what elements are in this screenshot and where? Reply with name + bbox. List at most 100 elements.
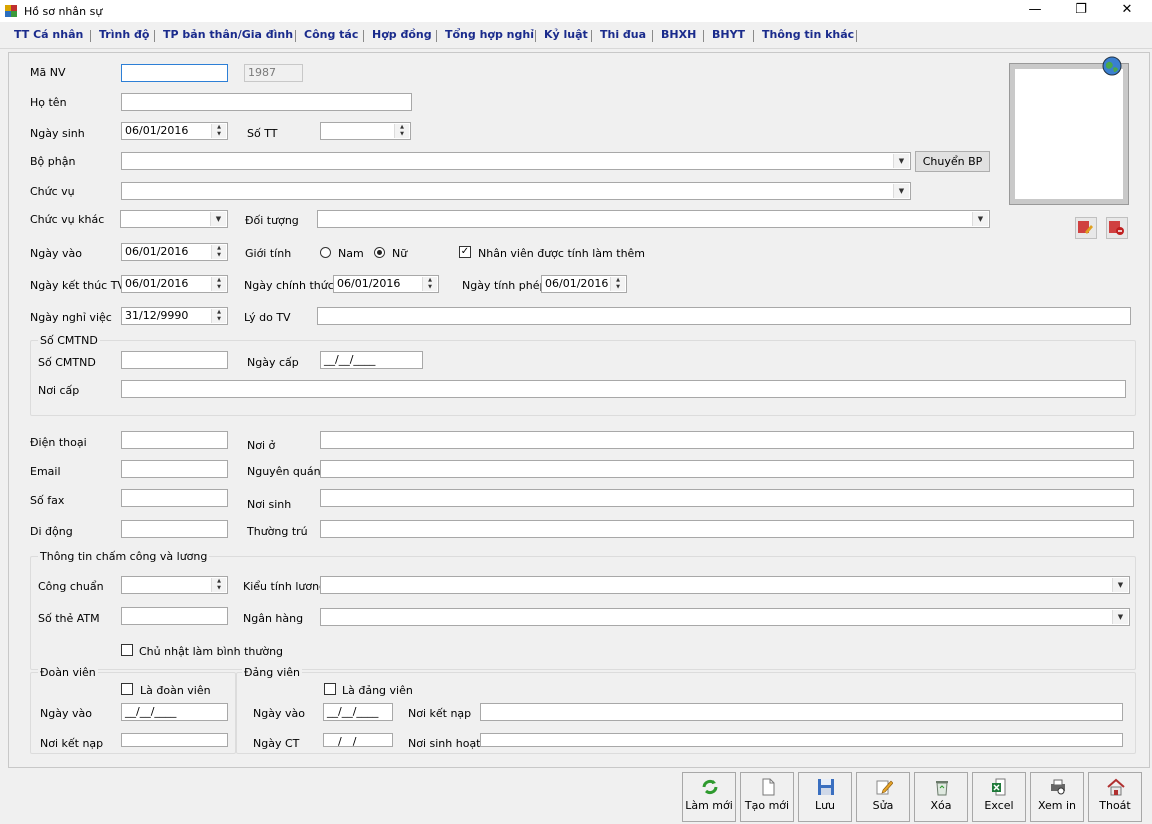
spin-up-icon[interactable]: ▲	[212, 309, 226, 316]
la-dang-vien-checkbox[interactable]	[324, 683, 336, 695]
noi-o-input[interactable]	[320, 431, 1134, 449]
tao-moi-button[interactable]: Tạo mới	[740, 772, 794, 822]
tab-separator	[535, 30, 536, 42]
dropdown-arrow-icon[interactable]: ▼	[972, 212, 988, 226]
tab-tp-ban-than[interactable]: TP bản thân/Gia đình	[163, 28, 293, 41]
ly-do-tv-input[interactable]	[317, 307, 1131, 325]
ngay-vao-spinner[interactable]: ▲ ▼	[211, 245, 226, 259]
dang-vien-ngay-vao-input[interactable]: __/__/____	[323, 703, 393, 721]
ngay-tinh-phep-spinner[interactable]: ▲ ▼	[610, 277, 625, 291]
restore-button[interactable]: ❐	[1058, 0, 1104, 22]
xem-in-button[interactable]: Xem in	[1030, 772, 1084, 822]
chu-nhat-checkbox[interactable]	[121, 644, 133, 656]
dropdown-arrow-icon[interactable]: ▼	[893, 184, 909, 198]
dang-vien-noi-ket-nap-input[interactable]	[480, 703, 1123, 721]
spin-down-icon[interactable]: ▼	[212, 252, 226, 259]
chuc-vu-khac-select[interactable]: ▼	[120, 210, 228, 228]
tab-tong-hop-nghi[interactable]: Tổng hợp nghỉ	[445, 28, 534, 41]
kieu-tinh-luong-select[interactable]: ▼	[320, 576, 1130, 594]
spin-down-icon[interactable]: ▼	[212, 316, 226, 323]
di-dong-input[interactable]	[121, 520, 228, 538]
so-tt-spinner[interactable]: ▲ ▼	[394, 124, 409, 138]
sua-button[interactable]: Sửa	[856, 772, 910, 822]
spin-down-icon[interactable]: ▼	[395, 131, 409, 138]
so-fax-input[interactable]	[121, 489, 228, 507]
la-doan-vien-checkbox[interactable]	[121, 683, 133, 695]
noi-sinh-input[interactable]	[320, 489, 1134, 507]
ngay-nghi-viec-input[interactable]: 31/12/9990 ▲ ▼	[121, 307, 228, 325]
ngay-sinh-input[interactable]: 06/01/2016 ▲ ▼	[121, 122, 228, 140]
spin-up-icon[interactable]: ▲	[611, 277, 625, 284]
chuyen-bp-button[interactable]: Chuyển BP	[915, 151, 990, 172]
luu-button[interactable]: Lưu	[798, 772, 852, 822]
cong-chuan-spinner[interactable]: ▲ ▼	[211, 578, 226, 592]
cong-chuan-input[interactable]: ▲ ▼	[121, 576, 228, 594]
ngay-ct-input[interactable]: __/__/____	[323, 733, 393, 747]
tab-tt-ca-nhan[interactable]: TT Cá nhân	[14, 28, 83, 41]
spin-up-icon[interactable]: ▲	[423, 277, 437, 284]
ngay-ket-thuc-tv-spinner[interactable]: ▲ ▼	[211, 277, 226, 291]
employee-photo[interactable]	[1009, 63, 1129, 205]
spin-up-icon[interactable]: ▲	[212, 277, 226, 284]
close-button[interactable]: ✕	[1104, 0, 1150, 22]
thuong-tru-input[interactable]	[320, 520, 1134, 538]
tab-hop-dong[interactable]: Hợp đồng	[372, 28, 432, 41]
doi-tuong-select[interactable]: ▼	[317, 210, 990, 228]
gender-nam-radio[interactable]	[320, 247, 331, 258]
dropdown-arrow-icon[interactable]: ▼	[210, 212, 226, 226]
ngay-cap-input[interactable]: __/__/____	[320, 351, 423, 369]
thoat-button[interactable]: Thoát	[1088, 772, 1142, 822]
spin-down-icon[interactable]: ▼	[212, 284, 226, 291]
tab-thi-dua[interactable]: Thi đua	[600, 28, 646, 41]
gender-nu-radio[interactable]	[374, 247, 385, 258]
tab-bhxh[interactable]: BHXH	[661, 28, 696, 41]
ngay-chinh-thuc-input[interactable]: 06/01/2016 ▲ ▼	[333, 275, 439, 293]
delete-photo-icon[interactable]	[1106, 217, 1128, 239]
email-input[interactable]	[121, 460, 228, 478]
tab-bhyt[interactable]: BHYT	[712, 28, 745, 41]
spin-down-icon[interactable]: ▼	[212, 585, 226, 592]
ngay-vao-input[interactable]: 06/01/2016 ▲ ▼	[121, 243, 228, 261]
noi-sinh-hoat-input[interactable]	[480, 733, 1123, 747]
ngay-ket-thuc-tv-input[interactable]: 06/01/2016 ▲ ▼	[121, 275, 228, 293]
noi-cap-input[interactable]	[121, 380, 1126, 398]
tab-trinh-do[interactable]: Trình độ	[99, 28, 149, 41]
ma-nv-input[interactable]	[121, 64, 228, 82]
doan-vien-noi-ket-nap-input[interactable]	[121, 733, 228, 747]
bo-phan-select[interactable]: ▼	[121, 152, 911, 170]
spin-down-icon[interactable]: ▼	[611, 284, 625, 291]
doan-vien-ngay-vao-input[interactable]: __/__/____	[121, 703, 228, 721]
lam-them-checkbox[interactable]: ✓	[459, 246, 471, 258]
edit-photo-icon[interactable]	[1075, 217, 1097, 239]
dien-thoai-input[interactable]	[121, 431, 228, 449]
spin-up-icon[interactable]: ▲	[212, 124, 226, 131]
minimize-button[interactable]: —	[1012, 0, 1058, 22]
tab-ky-luat[interactable]: Kỷ luật	[544, 28, 588, 41]
xoa-button[interactable]: Xóa	[914, 772, 968, 822]
globe-icon[interactable]	[1101, 55, 1123, 77]
ngan-hang-select[interactable]: ▼	[320, 608, 1130, 626]
dropdown-arrow-icon[interactable]: ▼	[1112, 610, 1128, 624]
dropdown-arrow-icon[interactable]: ▼	[893, 154, 909, 168]
ngay-chinh-thuc-spinner[interactable]: ▲ ▼	[422, 277, 437, 291]
lam-moi-button[interactable]: Làm mới	[682, 772, 736, 822]
tab-thong-tin-khac[interactable]: Thông tin khác	[762, 28, 854, 41]
spin-up-icon[interactable]: ▲	[212, 245, 226, 252]
excel-button[interactable]: Excel	[972, 772, 1026, 822]
chuc-vu-select[interactable]: ▼	[121, 182, 911, 200]
tab-cong-tac[interactable]: Công tác	[304, 28, 358, 41]
ho-ten-input[interactable]	[121, 93, 412, 111]
spin-up-icon[interactable]: ▲	[212, 578, 226, 585]
spin-down-icon[interactable]: ▼	[423, 284, 437, 291]
so-tt-input[interactable]: ▲ ▼	[320, 122, 411, 140]
so-the-atm-input[interactable]	[121, 607, 228, 625]
ngay-nghi-viec-spinner[interactable]: ▲ ▼	[211, 309, 226, 323]
spin-down-icon[interactable]: ▼	[212, 131, 226, 138]
dropdown-arrow-icon[interactable]: ▼	[1112, 578, 1128, 592]
nguyen-quan-input[interactable]	[320, 460, 1134, 478]
so-cmtnd-input[interactable]	[121, 351, 228, 369]
bo-phan-label: Bộ phận	[30, 155, 76, 168]
ngay-sinh-spinner[interactable]: ▲ ▼	[211, 124, 226, 138]
ngay-tinh-phep-input[interactable]: 06/01/2016 ▲ ▼	[541, 275, 627, 293]
spin-up-icon[interactable]: ▲	[395, 124, 409, 131]
